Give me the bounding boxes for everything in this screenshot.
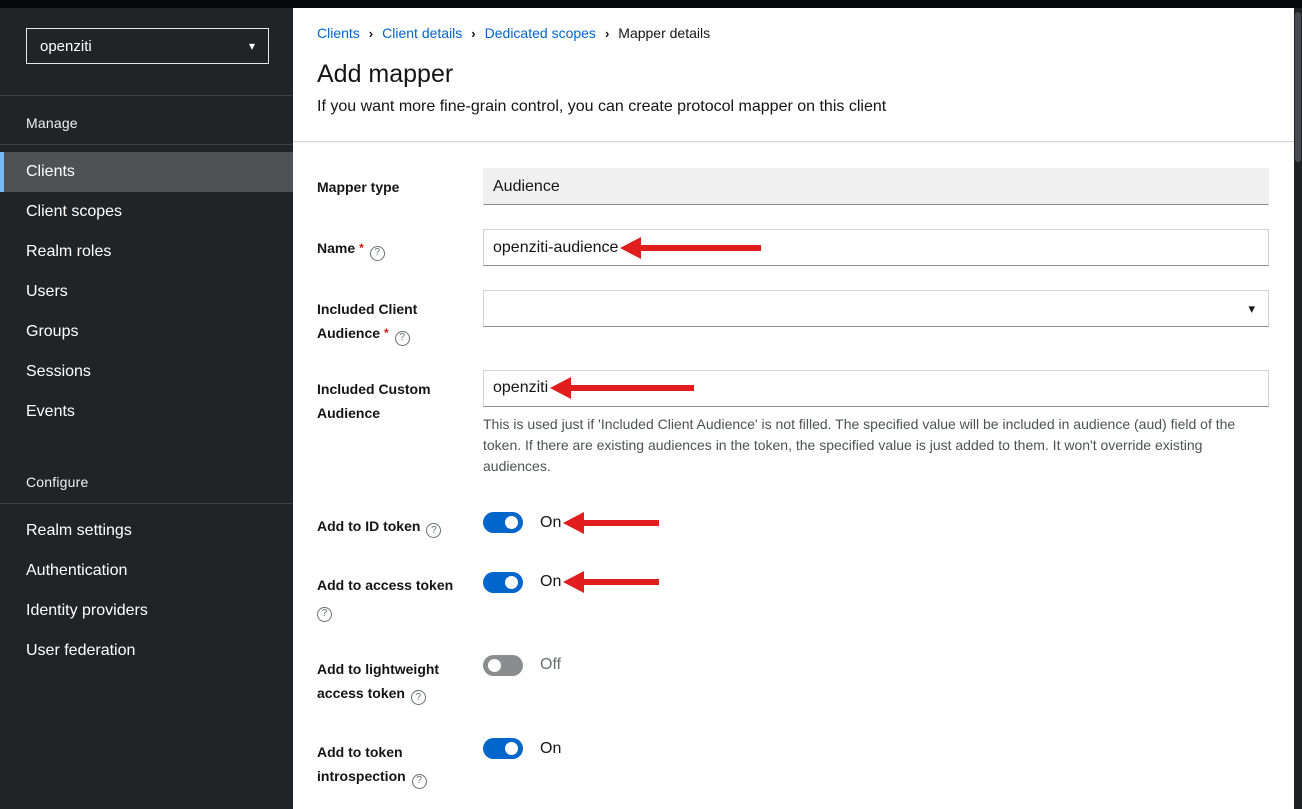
included-custom-audience-value: openziti xyxy=(493,379,548,397)
add-to-lightweight-access-token-toggle[interactable] xyxy=(483,655,523,676)
sidebar-item-client-scopes[interactable]: Client scopes xyxy=(0,192,293,232)
help-icon[interactable]: ? xyxy=(395,331,410,346)
sidebar-item-events[interactable]: Events xyxy=(0,392,293,432)
scrollbar-thumb[interactable] xyxy=(1295,12,1301,162)
name-input[interactable]: openziti-audience xyxy=(483,229,1269,266)
current-realm-label: openziti xyxy=(40,38,92,55)
name-row: Name*? openziti-audience xyxy=(317,229,1269,266)
page-header: Clients › Client details › Dedicated sco… xyxy=(293,8,1294,142)
mapper-type-label: Mapper type xyxy=(317,168,483,199)
chevron-right-icon: › xyxy=(605,26,609,41)
toggle-state-label: On xyxy=(540,573,561,591)
included-client-audience-row: Included Client Audience*? ▾ xyxy=(317,290,1269,346)
breadcrumb-client-details-link[interactable]: Client details xyxy=(382,25,462,41)
sidebar-item-users[interactable]: Users xyxy=(0,272,293,312)
add-to-access-token-row: Add to access token ? On xyxy=(317,566,1269,622)
annotation-arrow xyxy=(563,512,659,534)
add-to-token-introspection-row: Add to token introspection? On xyxy=(317,733,1269,789)
main-content: Clients › Client details › Dedicated sco… xyxy=(293,8,1294,809)
breadcrumb-dedicated-scopes-link[interactable]: Dedicated scopes xyxy=(485,25,596,41)
toggle-state-label: On xyxy=(540,740,561,758)
chevron-down-icon: ▾ xyxy=(1248,301,1259,317)
chevron-down-icon: ▾ xyxy=(249,39,255,53)
add-to-access-token-toggle[interactable] xyxy=(483,572,523,593)
sidebar-item-realm-settings[interactable]: Realm settings xyxy=(0,511,293,551)
breadcrumb-clients-link[interactable]: Clients xyxy=(317,25,360,41)
sidebar-item-authentication[interactable]: Authentication xyxy=(0,551,293,591)
chevron-right-icon: › xyxy=(471,26,475,41)
page-title: Add mapper xyxy=(317,60,1270,89)
nav-section-title-manage: Manage xyxy=(0,96,293,145)
page-subtitle: If you want more fine-grain control, you… xyxy=(317,98,1270,116)
toggle-state-label: On xyxy=(540,514,561,532)
mapper-type-row: Mapper type Audience xyxy=(317,168,1269,205)
sidebar-item-groups[interactable]: Groups xyxy=(0,312,293,352)
nav-section-configure: Configure Realm settings Authentication … xyxy=(0,455,293,671)
sidebar-item-identity-providers[interactable]: Identity providers xyxy=(0,591,293,631)
nav-section-title-configure: Configure xyxy=(0,455,293,504)
nav-section-manage: Manage Clients Client scopes Realm roles… xyxy=(0,96,293,432)
add-to-id-token-toggle[interactable] xyxy=(483,512,523,533)
included-client-audience-label: Included Client Audience*? xyxy=(317,290,483,346)
required-marker: * xyxy=(359,241,364,255)
add-to-id-token-row: Add to ID token? On xyxy=(317,507,1269,539)
required-marker: * xyxy=(384,326,389,340)
add-to-lightweight-access-token-label: Add to lightweight access token? xyxy=(317,650,483,706)
help-icon[interactable]: ? xyxy=(317,607,332,622)
realm-selector-dropdown[interactable]: openziti ▾ xyxy=(26,28,269,64)
name-label: Name*? xyxy=(317,229,483,261)
sidebar-item-clients[interactable]: Clients xyxy=(0,152,293,192)
included-client-audience-select[interactable]: ▾ xyxy=(483,290,1269,327)
annotation-arrow xyxy=(563,571,659,593)
mapper-type-value: Audience xyxy=(493,178,560,196)
included-custom-audience-input[interactable]: openziti xyxy=(483,370,1269,407)
realm-selector-area: openziti ▾ xyxy=(0,8,293,96)
sidebar-item-sessions[interactable]: Sessions xyxy=(0,352,293,392)
annotation-arrow xyxy=(550,377,694,399)
breadcrumb-current: Mapper details xyxy=(618,25,710,41)
sidebar-item-user-federation[interactable]: User federation xyxy=(0,631,293,671)
toggle-state-label: Off xyxy=(540,656,561,674)
chevron-right-icon: › xyxy=(369,26,373,41)
help-icon[interactable]: ? xyxy=(412,774,427,789)
add-to-access-token-label: Add to access token ? xyxy=(317,566,483,622)
add-to-token-introspection-toggle[interactable] xyxy=(483,738,523,759)
name-value: openziti-audience xyxy=(493,239,618,257)
masthead-strip xyxy=(0,0,1302,8)
add-to-id-token-label: Add to ID token? xyxy=(317,507,483,539)
included-custom-audience-row: Included Custom Audience openziti This i… xyxy=(317,370,1269,477)
add-to-token-introspection-label: Add to token introspection? xyxy=(317,733,483,789)
included-custom-audience-helper: This is used just if 'Included Client Au… xyxy=(483,414,1269,477)
help-icon[interactable]: ? xyxy=(426,523,441,538)
vertical-scrollbar[interactable] xyxy=(1294,8,1302,809)
breadcrumb: Clients › Client details › Dedicated sco… xyxy=(317,25,1270,41)
annotation-arrow xyxy=(620,237,761,259)
help-icon[interactable]: ? xyxy=(411,690,426,705)
help-icon[interactable]: ? xyxy=(370,246,385,261)
mapper-form: Mapper type Audience Name*? openziti-aud… xyxy=(293,142,1294,809)
sidebar-item-realm-roles[interactable]: Realm roles xyxy=(0,232,293,272)
mapper-type-field: Audience xyxy=(483,168,1269,205)
included-custom-audience-label: Included Custom Audience xyxy=(317,370,483,425)
sidebar: openziti ▾ Manage Clients Client scopes … xyxy=(0,8,293,809)
add-to-lightweight-access-token-row: Add to lightweight access token? Off xyxy=(317,650,1269,706)
